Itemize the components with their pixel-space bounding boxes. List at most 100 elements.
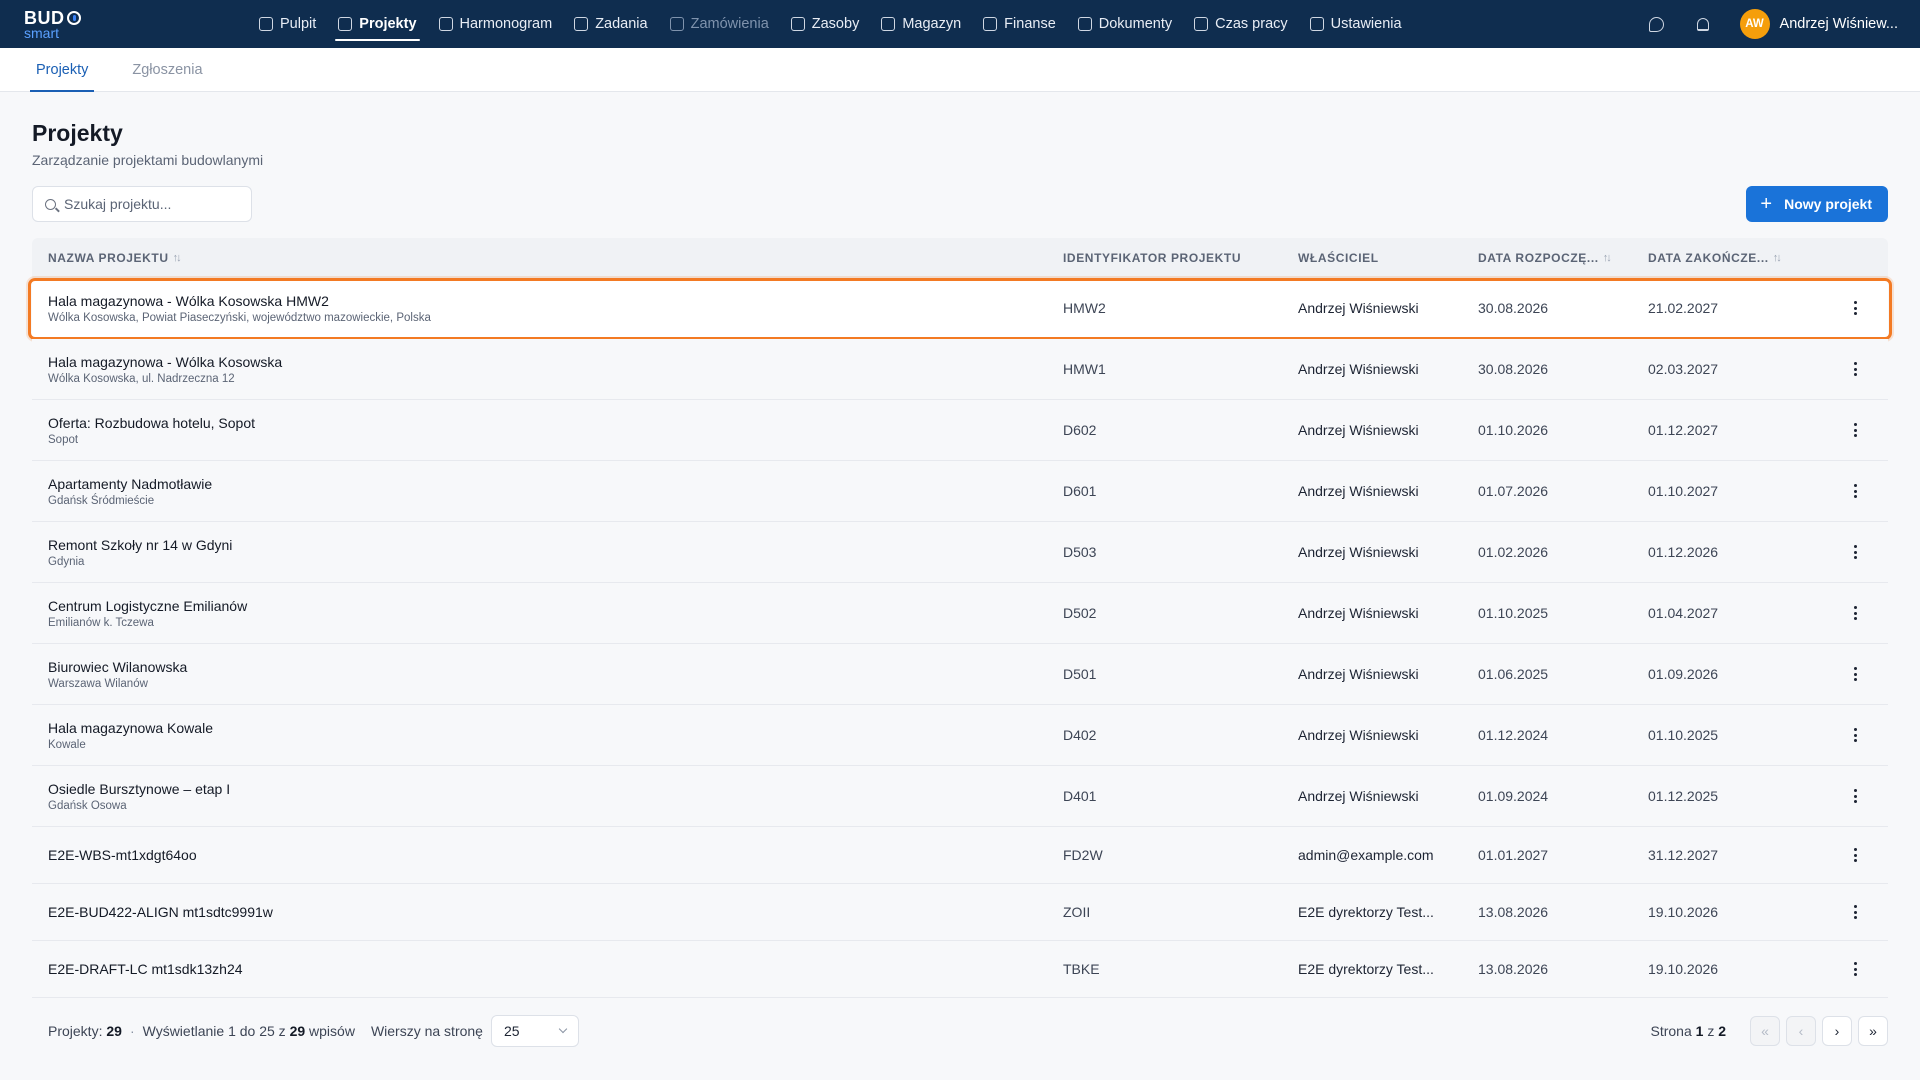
nav-item-czas-pracy[interactable]: Czas pracy — [1187, 0, 1295, 48]
nav-item-ustawienia[interactable]: Ustawienia — [1303, 0, 1409, 48]
project-id: ZOII — [1063, 904, 1091, 920]
project-end-date: 01.12.2027 — [1648, 422, 1719, 438]
project-location: Wólka Kosowska, ul. Nadrzeczna 12 — [48, 372, 235, 385]
nav-item-dokumenty[interactable]: Dokumenty — [1071, 0, 1179, 48]
project-id: FD2W — [1063, 847, 1103, 863]
rows-per-page-select[interactable]: 25 — [490, 1015, 579, 1047]
table-row[interactable]: Osiedle Bursztynowe – etap I Gdańsk Osowa… — [32, 766, 1888, 827]
more-options-icon[interactable] — [1844, 900, 1868, 924]
project-name: Remont Szkoły nr 14 w Gdyni — [48, 536, 233, 553]
project-name: E2E-DRAFT-LC mt1sdk13zh24 — [48, 961, 243, 977]
clock-icon — [1194, 17, 1209, 31]
notifications-button[interactable] — [1694, 15, 1712, 33]
table-row[interactable]: Biurowiec Wilanowska Warszawa Wilanów D501… — [32, 644, 1888, 705]
project-end-date: 01.12.2026 — [1648, 544, 1719, 560]
project-start-date: 01.02.2026 — [1478, 544, 1549, 560]
gear-icon — [1309, 17, 1324, 31]
chevron-left-icon: ‹ — [1798, 1023, 1804, 1039]
more-options-icon[interactable] — [1844, 479, 1868, 503]
rows-per-page-value: 25 — [503, 1023, 520, 1039]
nav-item-finanse[interactable]: Finanse — [976, 0, 1063, 48]
table-row[interactable]: E2E-DRAFT-LC mt1sdk13zh24 TBKE E2E dyrekto… — [32, 941, 1888, 998]
nav-item-label: Zasoby — [811, 16, 860, 32]
table-row[interactable]: Hala magazynowa - Wólka Kosowska HMW2 Wól… — [28, 278, 1892, 340]
more-options-icon[interactable] — [1844, 296, 1868, 320]
project-id: D402 — [1063, 727, 1097, 743]
folder-icon — [338, 17, 353, 31]
project-location: Emilianów k. Tczewa — [48, 616, 154, 629]
table-row[interactable]: Hala magazynowa - Wólka Kosowska Wólka Ko… — [32, 339, 1888, 400]
more-options-icon[interactable] — [1844, 662, 1868, 686]
header-id-label: IDENTYFIKATOR PROJEKTU — [1063, 251, 1242, 265]
table-row[interactable]: Remont Szkoły nr 14 w Gdyni Gdynia D503 And… — [32, 522, 1888, 583]
project-owner: E2E dyrektorzy Test... — [1298, 904, 1434, 920]
nav-item-label: Czas pracy — [1215, 16, 1288, 32]
more-options-icon[interactable] — [1844, 418, 1868, 442]
more-options-icon[interactable] — [1844, 540, 1868, 564]
table-row[interactable]: Apartamenty Nadmotławie Gdańsk Śródmieści… — [32, 461, 1888, 522]
row-actions — [1823, 540, 1888, 564]
row-actions — [1823, 479, 1888, 503]
table-row[interactable]: Hala magazynowa Kowale Kowale D402 Andrzej … — [32, 705, 1888, 766]
table-row[interactable]: E2E-BUD422-ALIGN mt1sdtc9991w ZOII E2E dyr… — [32, 884, 1888, 941]
top-right-actions: AW Andrzej Wiśniew... — [1648, 9, 1898, 39]
chat-button[interactable] — [1648, 15, 1666, 33]
nav-item-label: Finanse — [1004, 16, 1056, 32]
project-name-cell: Centrum Logistyczne Emilianów Emilianów k… — [32, 598, 1063, 629]
user-menu[interactable]: AW Andrzej Wiśniew... — [1739, 9, 1898, 39]
nav-item-zadania[interactable]: Zadania — [567, 0, 654, 48]
header-start-date[interactable]: DATA ROZPOCZĘ... ↑↓ — [1478, 251, 1648, 265]
nav-item-zasoby[interactable]: Zasoby — [784, 0, 867, 48]
prev-page-button[interactable]: ‹ — [1786, 1016, 1816, 1046]
search-icon — [45, 198, 56, 210]
project-owner: admin@example.com — [1298, 847, 1434, 863]
showing-prefix: Wyświetlanie 1 do 25 z — [142, 1023, 286, 1039]
nav-item-projekty[interactable]: Projekty — [331, 0, 423, 48]
app-logo[interactable]: BUD smart — [24, 9, 154, 40]
project-end-date: 01.12.2025 — [1648, 788, 1719, 804]
showing-suffix: wpisów — [309, 1023, 355, 1039]
project-start-date: 13.08.2026 — [1478, 904, 1549, 920]
nav-item-label: Zamówienia — [690, 16, 769, 32]
project-id: D503 — [1063, 544, 1097, 560]
plus-icon: + — [1760, 193, 1773, 215]
project-location: Wólka Kosowska, Powiat Piaseczyński, woj… — [48, 311, 431, 324]
rows-per-page-label: Wierszy na stronę — [370, 1023, 483, 1039]
project-name-cell: Osiedle Bursztynowe – etap I Gdańsk Osowa — [32, 781, 1063, 812]
search-input[interactable] — [64, 196, 224, 212]
more-options-icon[interactable] — [1844, 601, 1868, 625]
first-page-button[interactable]: « — [1750, 1016, 1780, 1046]
last-page-button[interactable]: » — [1858, 1016, 1888, 1046]
more-options-icon[interactable] — [1844, 723, 1868, 747]
more-options-icon[interactable] — [1844, 843, 1868, 867]
chevrons-left-icon: « — [1761, 1023, 1769, 1039]
project-start-date: 30.08.2026 — [1478, 361, 1549, 377]
nav-item-zamówienia[interactable]: Zamówienia — [663, 0, 776, 48]
header-name[interactable]: NAZWA PROJEKTU ↑↓ — [32, 251, 1063, 265]
project-name-cell: E2E-DRAFT-LC mt1sdk13zh24 — [32, 961, 1063, 977]
tab-projekty[interactable]: Projekty — [30, 48, 95, 92]
project-owner: Andrzej Wiśniewski — [1298, 300, 1419, 316]
nav-item-harmonogram[interactable]: Harmonogram — [432, 0, 560, 48]
project-start-date: 01.07.2026 — [1478, 483, 1549, 499]
nav-item-label: Zadania — [595, 16, 648, 32]
header-end-date[interactable]: DATA ZAKOŃCZE... ↑↓ — [1648, 251, 1823, 265]
table-row[interactable]: E2E-WBS-mt1xdgt64oo FD2W admin@example.com… — [32, 827, 1888, 884]
next-page-button[interactable]: › — [1822, 1016, 1852, 1046]
project-end-date: 01.09.2026 — [1648, 666, 1719, 682]
nav-item-pulpit[interactable]: Pulpit — [252, 0, 323, 48]
more-options-icon[interactable] — [1844, 957, 1868, 981]
header-owner: WŁAŚCICIEL — [1298, 251, 1478, 265]
chevron-right-icon: › — [1834, 1023, 1840, 1039]
more-options-icon[interactable] — [1844, 784, 1868, 808]
new-project-label: Nowy projekt — [1784, 196, 1872, 212]
nav-item-label: Pulpit — [280, 16, 317, 32]
new-project-button[interactable]: + Nowy projekt — [1746, 186, 1888, 222]
project-name: Centrum Logistyczne Emilianów — [48, 597, 248, 614]
table-row[interactable]: Oferta: Rozbudowa hotelu, Sopot Sopot D602… — [32, 400, 1888, 461]
tab-zgloszenia[interactable]: Zgłoszenia — [126, 48, 208, 91]
table-row[interactable]: Centrum Logistyczne Emilianów Emilianów k… — [32, 583, 1888, 644]
more-options-icon[interactable] — [1844, 357, 1868, 381]
project-name-cell: Hala magazynowa Kowale Kowale — [32, 720, 1063, 751]
nav-item-magazyn[interactable]: Magazyn — [874, 0, 968, 48]
